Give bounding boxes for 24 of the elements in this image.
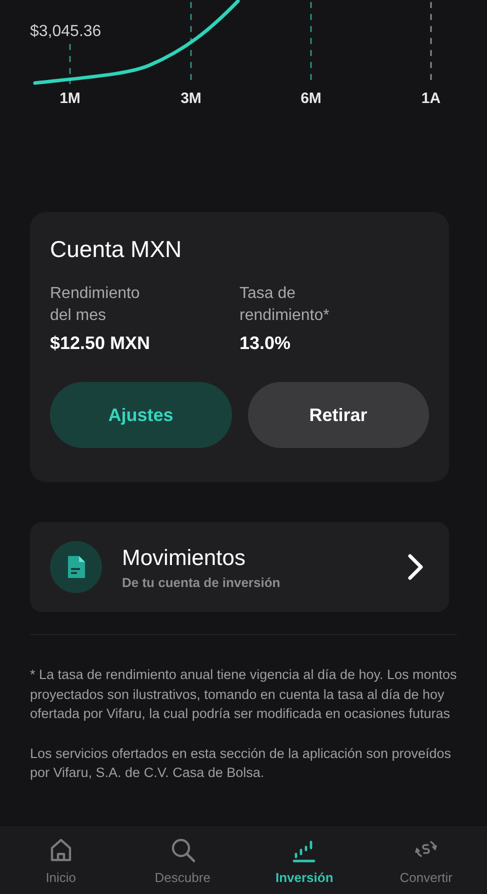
axis-label: 3M (180, 90, 202, 107)
axis-label: 1A (421, 90, 441, 107)
account-title: Cuenta MXN (50, 236, 183, 263)
disclaimer-text: Los servicios ofertados en esta sección de la aplicación son proveídos por Vifaru, S.A. de C.V. Casa de Bolsa. (30, 744, 452, 782)
stat-label: Tasa de rendimiento* (240, 284, 330, 326)
stat-label: Rendimiento del mes (50, 284, 141, 326)
axis-label: 1M (60, 90, 80, 107)
withdraw-button[interactable]: Retirar (248, 382, 429, 448)
nav-tab[interactable]: Convertir (365, 826, 487, 894)
value-label: $3,045.36 (30, 23, 102, 40)
stat-value: 13.0% (240, 333, 292, 354)
nav-tab[interactable]: Inicio (0, 826, 122, 894)
settings-button[interactable]: Ajustes (50, 382, 232, 448)
movements-subtitle: De tu cuenta de inversión (122, 574, 282, 590)
axis-label: 6M (300, 90, 322, 107)
document-icon (50, 541, 102, 593)
chevron-right-icon (407, 553, 425, 581)
movements-card[interactable]: Movimientos De tu cuenta de inversión (30, 522, 449, 612)
disclaimer-text: * La tasa de rendimiento anual tiene vigencia al día de hoy. Los montos proyectados son ilustrativos, tomando en cuenta la tasa al día de hoy ofertada por Vifaru, la cual podría ser modificada en ocasiones futuras (30, 666, 457, 723)
nav-tab[interactable]: Inversión (244, 826, 366, 894)
grid-line (69, 44, 71, 84)
nav-tab[interactable]: Descubre (122, 826, 244, 894)
stat-value: $12.50 MXN (50, 333, 152, 354)
movements-title: Movimientos (122, 544, 246, 570)
